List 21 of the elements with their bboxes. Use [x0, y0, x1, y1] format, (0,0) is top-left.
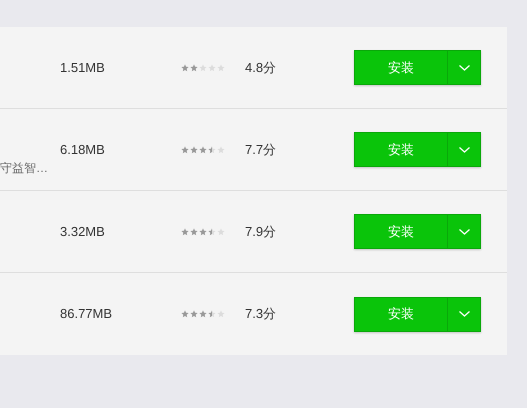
install-button[interactable]: 安装	[355, 215, 447, 248]
app-score: 4.8分	[245, 58, 276, 77]
caret-icon	[458, 64, 470, 70]
app-score: 7.3分	[245, 305, 276, 324]
caret-icon	[458, 311, 470, 317]
app-size: 1.51MB	[60, 58, 105, 77]
app-size: 86.77MB	[60, 305, 112, 324]
app-description: 守益智…	[0, 160, 48, 177]
install-button[interactable]: 安装	[355, 51, 447, 84]
dropdown-button[interactable]	[447, 298, 480, 330]
dropdown-button[interactable]	[447, 215, 480, 248]
app-score: 7.7分	[245, 140, 276, 159]
app-size: 3.32MB	[60, 222, 105, 241]
install-button[interactable]: 安装	[355, 298, 447, 330]
dropdown-button[interactable]	[447, 51, 480, 84]
caret-icon	[458, 228, 470, 234]
dropdown-button[interactable]	[447, 133, 480, 166]
app-size: 6.18MB	[60, 140, 105, 159]
app-score: 7.9分	[245, 222, 276, 241]
install-button[interactable]: 安装	[355, 133, 447, 166]
caret-icon	[458, 146, 470, 152]
